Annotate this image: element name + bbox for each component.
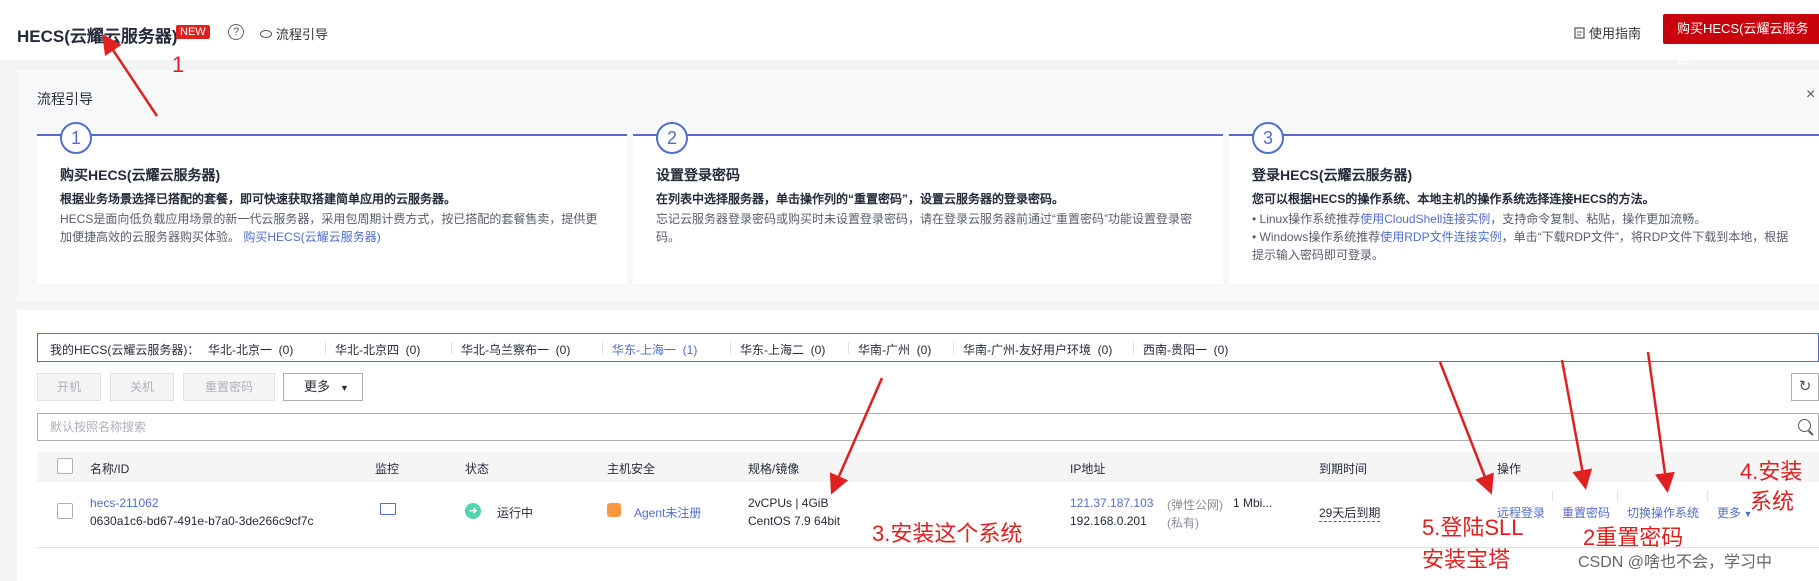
annotation-arrow-1 [102,33,159,117]
annotation-arrow-4 [1646,351,1675,493]
annotation-arrows [102,33,1675,495]
annotation-1: 1 [172,52,185,77]
annotation-4-line2: 系统 [1750,489,1795,514]
annotation-arrow-5 [1438,361,1494,495]
annotation-arrow-3 [829,377,884,495]
annotation-4-line1: 4.安装 [1740,459,1803,484]
annotation-5-line2: 安装宝塔 [1422,547,1511,572]
annotation-3: 3.安装这个系统 [872,521,1023,546]
annotation-arrow-2 [1560,359,1593,490]
annotation-5-line1: 5.登陆SLL [1422,515,1524,540]
csdn-watermark: CSDN @啥也不会，学习中 [1578,554,1773,571]
